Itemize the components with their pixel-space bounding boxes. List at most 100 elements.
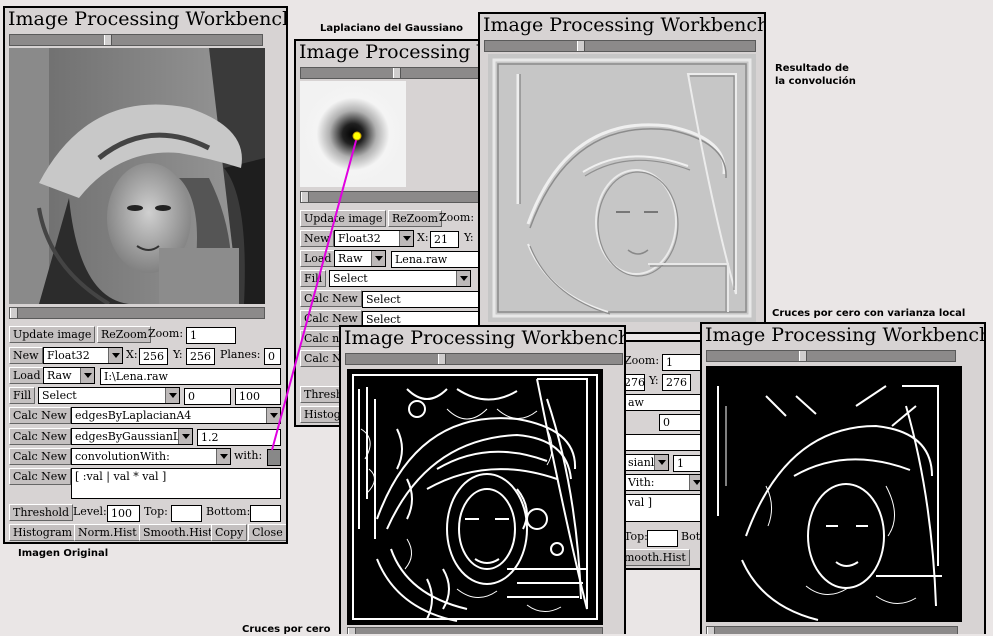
calc-dropdown-3[interactable]: convolutionWith: [71, 448, 231, 465]
update-image-button[interactable]: Update image [300, 210, 387, 227]
top-label: Top: [624, 530, 648, 543]
chevron-down-icon[interactable] [399, 231, 413, 246]
lena-original-image [9, 48, 265, 304]
load-file-input[interactable]: aw [624, 394, 707, 411]
copy-button[interactable]: Copy [211, 524, 248, 541]
smooth-hist-button[interactable]: Smooth.Hist [139, 524, 217, 541]
window-title: Image Processing Workbench [299, 41, 484, 63]
fill-button[interactable]: Fill [9, 387, 36, 404]
chevron-down-icon[interactable] [654, 455, 668, 470]
x-label: X: [417, 231, 429, 244]
y-label: Y: [173, 348, 183, 361]
chevron-down-icon[interactable] [178, 429, 192, 444]
calc-dropdown-3[interactable]: Vith: [624, 474, 704, 491]
fill-from-input[interactable]: 0 [184, 388, 231, 405]
calc-dropdown-2[interactable]: sianl [624, 454, 669, 471]
calc-new-button-4[interactable]: Calc New [9, 468, 71, 485]
histogram-button[interactable]: Histogram [9, 524, 77, 541]
y-input[interactable]: 276 [662, 374, 691, 391]
smooth-hist-button[interactable]: mooth.Hist [620, 549, 690, 566]
zero-crossings-window: Image Processing Workbench [339, 325, 626, 634]
planes-input[interactable]: 0 [264, 348, 281, 365]
y-input[interactable]: 256 [186, 348, 215, 365]
top-scrollbar[interactable] [9, 34, 263, 46]
norm-hist-button[interactable]: Norm.Hist [74, 524, 141, 541]
zoom-label: Zoom: [624, 354, 660, 367]
chevron-down-icon[interactable] [266, 408, 280, 423]
calc-select-1[interactable] [624, 434, 707, 451]
top-input[interactable] [647, 530, 678, 547]
new-type-dropdown[interactable]: Float32 [334, 230, 414, 247]
block-text-area[interactable]: [ :val | val * val ] [71, 468, 281, 499]
fill-dropdown[interactable]: Select [38, 387, 180, 404]
x-input[interactable]: 21 [430, 231, 459, 248]
window-title: Image Processing Workbench [483, 14, 766, 36]
window-title: Image Processing Workbench [705, 324, 986, 346]
x-input[interactable]: 256 [139, 348, 168, 365]
zero-crossings-variance-window: Image Processing Workbench [700, 322, 986, 634]
level-label: Level: [73, 505, 107, 518]
close-button[interactable]: Close [248, 524, 286, 541]
chevron-down-icon[interactable] [456, 271, 470, 286]
fill-button[interactable]: Fill [300, 270, 327, 287]
calc-new-button-3[interactable]: Calc New [9, 448, 71, 465]
fill-from-input[interactable]: 0 [659, 414, 704, 431]
bottom-scrollbar[interactable] [9, 307, 265, 319]
top-label: Top: [144, 505, 168, 518]
bottom-scrollbar[interactable] [347, 627, 603, 634]
block-text-area[interactable]: val ] [624, 494, 707, 522]
top-scrollbar[interactable] [345, 353, 623, 365]
with-input[interactable] [267, 449, 281, 466]
chevron-down-icon[interactable] [165, 388, 179, 403]
calc-new-button-3[interactable]: Calc n [300, 330, 344, 347]
zoom-input[interactable]: 1 [662, 354, 702, 371]
load-file-input[interactable]: Lena.raw [391, 251, 484, 268]
chevron-down-icon[interactable] [80, 368, 94, 383]
new-type-dropdown[interactable]: Float32 [43, 347, 123, 364]
new-button[interactable]: New [300, 230, 334, 247]
top-scrollbar[interactable] [706, 350, 956, 362]
calc-new-button-2[interactable]: Calc New [9, 428, 71, 445]
with-label: with: [234, 449, 263, 462]
zoom-label: Zoom: [439, 211, 475, 224]
load-format-dropdown[interactable]: Raw [334, 250, 386, 267]
load-button[interactable]: Load [300, 250, 336, 267]
original-image-window: Image Processing Workbench Update image … [3, 6, 288, 544]
rezoom-button[interactable]: ReZoom [388, 210, 443, 227]
window-title: Image Processing Workbench [8, 8, 288, 30]
level-input[interactable]: 100 [107, 505, 140, 522]
load-button[interactable]: Load [9, 367, 45, 384]
chevron-down-icon[interactable] [216, 449, 230, 464]
update-image-button[interactable]: Update image [9, 326, 96, 343]
calc-new-button-1[interactable]: Calc New [300, 290, 362, 307]
fill-to-input[interactable]: 100 [235, 388, 281, 405]
convolution-result-image [488, 54, 756, 322]
bottom-scrollbar[interactable] [706, 626, 958, 634]
laplacian-kernel-image [300, 81, 406, 187]
zoom-input[interactable]: 1 [186, 327, 236, 344]
top-scrollbar[interactable] [484, 40, 756, 52]
zoom-label: Zoom: [148, 327, 184, 340]
load-format-dropdown[interactable]: Raw [43, 367, 95, 384]
new-button[interactable]: New [9, 347, 43, 364]
caption-zero-crossings-variance: Cruces por cero con varianza local [772, 308, 966, 319]
load-file-input[interactable]: I:\Lena.raw [100, 368, 281, 385]
calc-value-input[interactable]: 1.2 [197, 429, 281, 446]
chevron-down-icon[interactable] [108, 348, 122, 363]
calc-select-1[interactable]: Select [362, 291, 484, 308]
bottom-input[interactable] [250, 505, 281, 522]
threshold-button[interactable]: Threshold [9, 504, 74, 521]
rezoom-button[interactable]: ReZoom [97, 326, 152, 343]
calc-dropdown-1[interactable]: edgesByLaplacianA4 [71, 407, 281, 424]
bottom-scrollbar[interactable] [300, 191, 484, 203]
x-label: X: [126, 348, 138, 361]
chevron-down-icon[interactable] [371, 251, 385, 266]
top-scrollbar[interactable] [300, 67, 484, 79]
calc-new-button-1[interactable]: Calc New [9, 407, 71, 424]
caption-zero-crossings: Cruces por cero [242, 624, 331, 635]
caption-result-line2: la convolución [775, 76, 856, 87]
fill-dropdown[interactable]: Select [329, 270, 471, 287]
top-input[interactable] [171, 505, 202, 522]
calc-dropdown-2[interactable]: edgesByGaussianL [71, 428, 193, 445]
bottom-label: Bottom: [206, 505, 251, 518]
